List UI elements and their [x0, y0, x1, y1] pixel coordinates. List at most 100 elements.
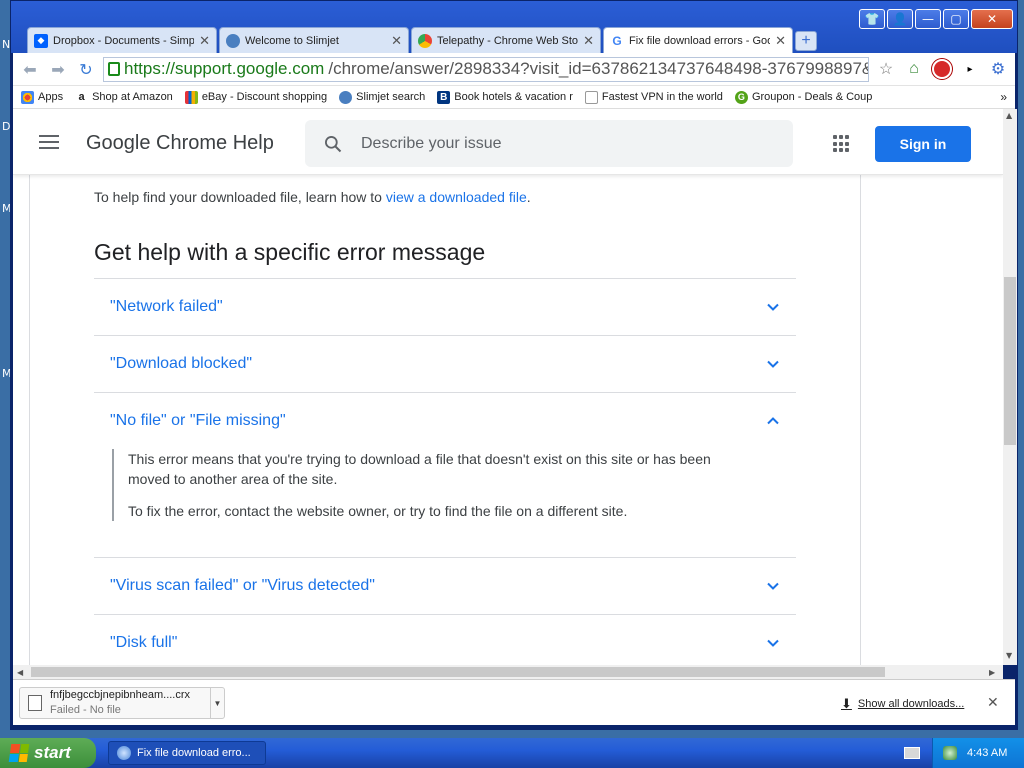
- taskbar-item-browser[interactable]: Fix file download erro...: [108, 741, 266, 765]
- system-tray: 4:43 AM: [932, 738, 1024, 768]
- dropbox-icon: ◆: [34, 33, 48, 48]
- download-filename: fnfjbegccbjnepibnheam....crx: [50, 689, 191, 701]
- faq-title: "Download blocked": [110, 355, 253, 372]
- view-downloaded-file-link[interactable]: view a downloaded file: [386, 189, 527, 205]
- tab-fix-download-errors[interactable]: G Fix file download errors - Goo ✕: [603, 27, 793, 54]
- horizontal-scrollbar[interactable]: ◀ ▶: [13, 665, 1003, 679]
- taskbar: start Fix file download erro... 4:43 AM: [0, 738, 1024, 768]
- bookmark-ebay[interactable]: eBay - Discount shopping: [184, 90, 328, 104]
- search-placeholder: Describe your issue: [361, 134, 502, 152]
- faq-toggle[interactable]: "Virus scan failed" or "Virus detected": [94, 558, 796, 614]
- scroll-right-arrow-icon[interactable]: ▶: [989, 668, 995, 677]
- faq-virus-scan: "Virus scan failed" or "Virus detected": [94, 557, 796, 614]
- scroll-thumb[interactable]: [1004, 277, 1016, 445]
- clock[interactable]: 4:43 AM: [967, 747, 1007, 759]
- groupon-icon: G: [734, 90, 748, 104]
- scroll-up-arrow-icon[interactable]: ▲: [1006, 111, 1012, 120]
- chevron-down-icon[interactable]: ▼: [210, 688, 224, 718]
- intro-suffix: .: [526, 189, 531, 205]
- address-bar[interactable]: https://support.google.com/chrome/answer…: [103, 56, 869, 82]
- tab-dropbox[interactable]: ◆ Dropbox - Documents - Simpl ✕: [27, 27, 217, 53]
- bookmark-label: Groupon - Deals & Coup: [751, 91, 873, 103]
- tab-title: Welcome to Slimjet: [245, 34, 339, 47]
- start-button[interactable]: start: [0, 738, 96, 768]
- bookmark-amazon[interactable]: a Shop at Amazon: [75, 90, 173, 104]
- bookmark-slimjet-search[interactable]: Slimjet search: [339, 90, 426, 104]
- reload-icon[interactable]: ↻: [75, 60, 97, 79]
- network-icon[interactable]: [943, 746, 957, 760]
- intro-prefix: To help find your downloaded file, learn…: [94, 189, 386, 205]
- tab-strip: ◆ Dropbox - Documents - Simpl ✕ Welcome …: [27, 27, 817, 54]
- faq-toggle[interactable]: "Download blocked": [94, 336, 796, 392]
- browser-window: 👕 👤 — ▢ ✕ ◆ Dropbox - Documents - Simpl …: [10, 0, 1018, 730]
- url-path: /chrome/answer/2898334?visit_id=63786213…: [328, 59, 869, 78]
- close-button[interactable]: ✕: [971, 9, 1013, 29]
- bookmark-label: Book hotels & vacation r: [454, 91, 573, 103]
- help-search-input[interactable]: Describe your issue: [305, 120, 793, 167]
- slimjet-icon: [226, 33, 240, 48]
- close-icon[interactable]: ✕: [583, 33, 594, 49]
- back-icon[interactable]: ⬅: [19, 60, 41, 79]
- show-all-downloads-link[interactable]: ⬇ Show all downloads...: [841, 696, 964, 712]
- vertical-scrollbar[interactable]: ▲ ▼: [1003, 109, 1017, 665]
- page-content: Google Chrome Help Describe your issue S…: [13, 109, 1003, 665]
- faq-toggle[interactable]: "Disk full": [94, 615, 796, 665]
- new-tab-button[interactable]: +: [795, 31, 817, 51]
- faq-title: "Network failed": [110, 298, 223, 315]
- chevron-down-icon: [767, 360, 779, 368]
- bookmark-vpn[interactable]: Fastest VPN in the world: [584, 90, 723, 104]
- tab-telepathy[interactable]: Telepathy - Chrome Web Sto ✕: [411, 27, 601, 53]
- scroll-down-arrow-icon[interactable]: ▼: [1006, 651, 1012, 660]
- star-icon[interactable]: ☆: [875, 58, 897, 80]
- bookmark-label: Slimjet search: [356, 91, 426, 103]
- apps-icon: [21, 90, 34, 104]
- tab-slimjet[interactable]: Welcome to Slimjet ✕: [219, 27, 409, 53]
- theme-icon[interactable]: 👕: [859, 9, 885, 29]
- browser-icon: [117, 746, 131, 760]
- bookmark-booking[interactable]: B Book hotels & vacation r: [437, 90, 573, 104]
- bookmark-label: eBay - Discount shopping: [201, 91, 328, 103]
- maximize-button[interactable]: ▢: [943, 9, 969, 29]
- faq-toggle[interactable]: "No file" or "File missing": [94, 393, 796, 449]
- minimize-button[interactable]: —: [915, 9, 941, 29]
- forward-icon[interactable]: ➡: [47, 60, 69, 79]
- chevron-down-icon: [767, 639, 779, 647]
- sign-in-button[interactable]: Sign in: [875, 126, 971, 162]
- scroll-thumb[interactable]: [31, 667, 885, 677]
- profile-icon[interactable]: 👤: [887, 9, 913, 29]
- bookmark-label: Shop at Amazon: [92, 91, 173, 103]
- home-icon[interactable]: ⌂: [903, 58, 925, 80]
- windows-logo-icon: [8, 744, 30, 762]
- close-icon[interactable]: ✕: [775, 33, 786, 49]
- show-all-label: Show all downloads...: [857, 698, 965, 710]
- faq-title: "Virus scan failed" or "Virus detected": [110, 577, 375, 594]
- article: To help find your downloaded file, learn…: [29, 175, 861, 665]
- download-item[interactable]: fnfjbegccbjnepibnheam....crx Failed - No…: [19, 687, 225, 719]
- faq-answer: This error means that you're trying to d…: [112, 449, 780, 521]
- menu-icon[interactable]: [39, 135, 59, 153]
- bookmark-groupon[interactable]: G Groupon - Deals & Coup: [734, 90, 873, 104]
- help-center-title[interactable]: Google Chrome Help: [86, 132, 274, 155]
- close-icon[interactable]: ✕: [199, 33, 210, 49]
- scroll-left-arrow-icon[interactable]: ◀: [17, 668, 23, 677]
- faq-download-blocked: "Download blocked": [94, 335, 796, 392]
- bookmark-apps[interactable]: Apps: [21, 90, 64, 104]
- ebay-icon: [184, 90, 198, 104]
- tab-title: Fix file download errors - Goo: [629, 35, 771, 47]
- download-status: Failed - No file: [50, 704, 121, 716]
- settings-gear-icon[interactable]: ⚙: [987, 58, 1009, 80]
- taskbar-item-label: Fix file download erro...: [137, 747, 251, 759]
- faq-toggle[interactable]: "Network failed": [94, 279, 796, 335]
- adblock-icon[interactable]: [931, 58, 953, 80]
- bookmark-label: Apps: [38, 91, 64, 103]
- google-apps-icon[interactable]: [833, 135, 851, 153]
- title-bar: 👕 👤 — ▢ ✕ ◆ Dropbox - Documents - Simpl …: [11, 1, 1017, 54]
- close-icon[interactable]: ✕: [987, 694, 999, 711]
- more-arrow-icon[interactable]: ▸: [959, 58, 981, 80]
- keyboard-icon[interactable]: [904, 747, 920, 759]
- faq-title: "Disk full": [110, 634, 178, 651]
- chevron-up-icon: [767, 417, 779, 425]
- close-icon[interactable]: ✕: [391, 33, 402, 49]
- chrome-webstore-icon: [418, 33, 432, 48]
- bookmarks-overflow-icon[interactable]: »: [1000, 90, 1007, 104]
